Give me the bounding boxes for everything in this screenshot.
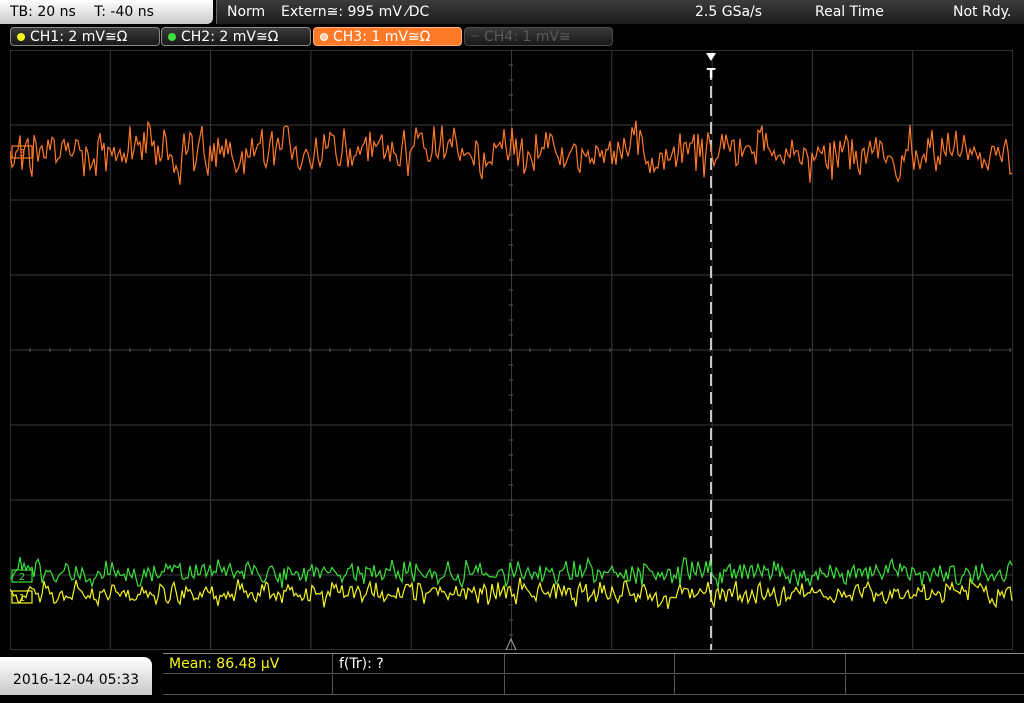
channel-label: CH4: 1 mV≅ [484,29,571,45]
ch1-marker-label: 1 [19,593,25,604]
timebase-box[interactable]: TB: 20 ns T: -40 ns [0,0,213,24]
sample-rate: 2.5 GSa/s [695,4,763,20]
measurement-panel[interactable]: Mean: 86.48 µV f(Tr): ? [163,653,1024,696]
measurement-slot-4[interactable] [675,654,846,674]
trigger-mode: Norm [227,4,266,20]
channel-tab-ch1[interactable]: CH1: 2 mV≅Ω [10,27,160,46]
measurement-slot-3[interactable] [505,654,675,674]
channel-tab-ch2[interactable]: CH2: 2 mV≅Ω [161,27,311,46]
measurement-slot-7[interactable] [333,675,505,695]
timebase-label: TB: 20 ns [10,4,76,20]
ch3-indicator-icon [320,33,328,41]
ch4-indicator-icon [471,35,479,37]
ch2-marker-label: 2 [19,572,25,583]
date-time: 2016-12-04 05:33 [12,672,140,688]
measurement-label: f(Tr): ? [339,656,384,672]
measurement-mean[interactable]: Mean: 86.48 µV [163,654,333,674]
measurement-frequency[interactable]: f(Tr): ? [333,654,505,674]
trigger-source: Extern≅: 995 mV ⁄DC [281,4,430,20]
measurement-slot-5[interactable] [846,654,1024,674]
measurement-slot-10[interactable] [846,675,1024,695]
acquisition-info-bar[interactable]: Norm Extern≅: 995 mV ⁄DC 2.5 GSa/s Real … [216,0,1024,24]
acquisition-mode: Real Time [815,4,884,20]
channel-tab-ch3[interactable]: CH3: 1 mV≅Ω [313,27,462,46]
ch2-indicator-icon [168,33,176,41]
channel-tab-ch4[interactable]: CH4: 1 mV≅ [464,27,613,46]
measurement-slot-6[interactable] [163,675,333,695]
ch3-marker-label: 3 [19,148,25,159]
measurement-slot-8[interactable] [505,675,675,695]
top-bar: TB: 20 ns T: -40 ns Norm Extern≅: 995 mV… [0,0,1024,24]
measurement-label: Mean: 86.48 µV [169,656,280,672]
channel-label: CH1: 2 mV≅Ω [30,29,128,45]
channel-tabs: CH1: 2 mV≅Ω CH2: 2 mV≅Ω CH3: 1 mV≅Ω CH4:… [0,24,1024,50]
trigger-offset-label: T: -40 ns [94,4,154,20]
waveform-display[interactable]: T 3 2 1 [10,50,1013,650]
bottom-bar: 2016-12-04 05:33 Mean: 86.48 µV f(Tr): ? [0,653,1024,695]
measurement-slot-9[interactable] [675,675,846,695]
channel-label: CH2: 2 mV≅Ω [181,29,279,45]
trigger-marker-label: T [707,67,716,82]
trigger-status: Not Rdy. [953,4,1012,20]
channel-label: CH3: 1 mV≅Ω [333,29,431,45]
date-time-box: 2016-12-04 05:33 [0,657,152,695]
ch1-indicator-icon [17,33,25,41]
